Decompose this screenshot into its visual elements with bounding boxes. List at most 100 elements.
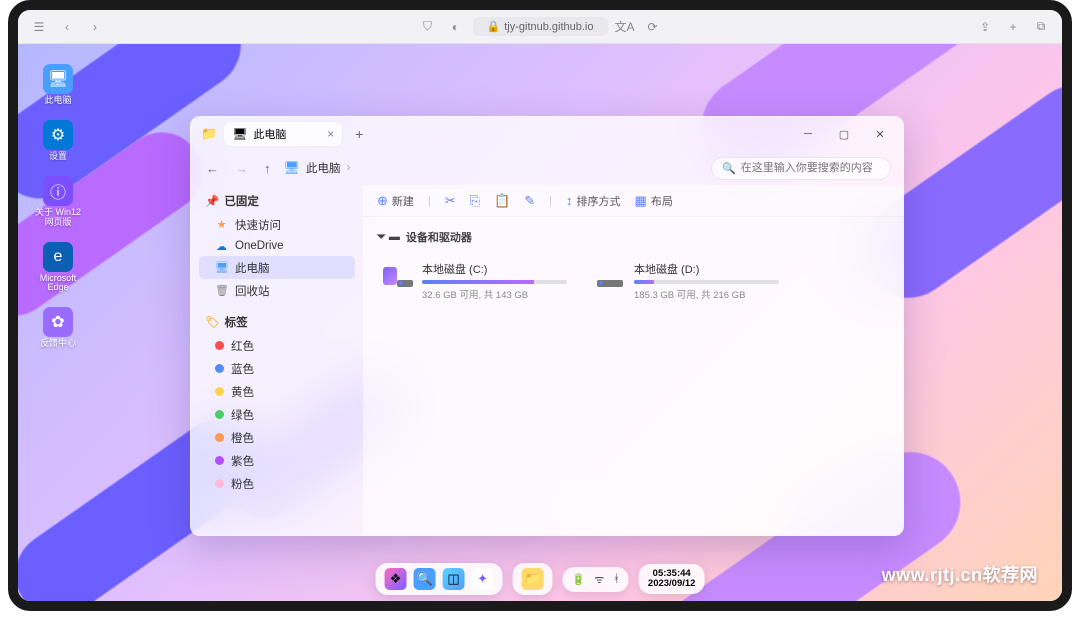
share-icon[interactable]: ⇪	[974, 16, 996, 38]
plus-circle-icon: ⊕	[377, 193, 388, 209]
tab-label: 此电脑	[253, 126, 286, 142]
layout-button[interactable]: ▦ 布局	[635, 193, 673, 209]
color-dot-icon	[215, 410, 224, 419]
item-label: 回收站	[235, 283, 270, 299]
system-tray[interactable]: 🔋 ᯤ ᚼ	[563, 567, 629, 592]
sidebar-item[interactable]: 🗑 回收站	[199, 279, 355, 302]
desktop[interactable]: 🖥 此电脑 ⚙ 设置 ⓘ 关于 Win12 网页版 e Microsoft Ed…	[18, 44, 1062, 601]
drive-usage-bar	[634, 280, 779, 284]
tag-label: 绿色	[231, 407, 254, 423]
nav-back-icon[interactable]: ←	[203, 159, 222, 178]
url-text: tjy-gitnub.github.io	[504, 21, 593, 33]
close-button[interactable]: ✕	[863, 121, 897, 147]
explorer-task-icon[interactable]: 📁	[522, 568, 544, 590]
icon-label: 此电脑	[44, 96, 71, 106]
desktop-icon[interactable]: ⚙ 设置	[32, 120, 84, 162]
color-dot-icon	[215, 364, 224, 373]
shield-icon[interactable]: ⛉	[417, 16, 439, 38]
tag-label: 橙色	[231, 430, 254, 446]
sidebar-header-tags[interactable]: 🏷 标签	[199, 310, 355, 334]
sidebar-tag[interactable]: 橙色	[199, 426, 355, 449]
new-tab-button[interactable]: +	[349, 126, 369, 142]
copy-icon[interactable]: ⎘	[470, 193, 480, 209]
titlebar[interactable]: 📁 🖥 此电脑 × + ─ ▢ ✕	[191, 117, 903, 151]
section-header-devices[interactable]: ⏷ ▬ 设备和驱动器	[377, 229, 889, 245]
newtab-icon[interactable]: +	[1002, 16, 1024, 38]
color-dot-icon	[215, 341, 224, 350]
main-content: ⊕ 新建 | ✂ ⎘ 📋 ✎ | ↕ 排序方式	[363, 185, 903, 535]
desktop-icon[interactable]: ✿ 反馈中心	[32, 307, 84, 349]
sidebar-tag[interactable]: 蓝色	[199, 357, 355, 380]
drive-icon	[383, 261, 413, 287]
drive-subtext: 185.3 GB 可用, 共 216 GB	[634, 287, 779, 301]
maximize-button[interactable]: ▢	[827, 121, 861, 147]
grid-icon: ▦	[635, 193, 647, 209]
tag-label: 蓝色	[231, 361, 254, 377]
sidebar-tag[interactable]: 绿色	[199, 403, 355, 426]
tag-label: 红色	[231, 338, 254, 354]
desktop-icon[interactable]: e Microsoft Edge	[32, 242, 84, 294]
drive-name: 本地磁盘 (C:)	[422, 261, 567, 277]
new-button[interactable]: ⊕ 新建	[377, 193, 414, 209]
sidebar-item[interactable]: 🖥 此电脑	[199, 256, 355, 279]
taskbar-pinned: ❖ 🔍 ◫ ✦	[376, 563, 503, 595]
sidebar-item[interactable]: ☁ OneDrive	[199, 236, 355, 256]
sidebar-header-pinned[interactable]: 📌 已固定	[199, 189, 355, 213]
clock[interactable]: 05:35:44 2023/09/12	[639, 564, 705, 595]
icon-label: Microsoft Edge	[32, 274, 84, 294]
icon-label: 设置	[49, 152, 67, 162]
monitor-icon: 🖥	[232, 127, 247, 141]
item-icon: 🖥	[215, 261, 228, 274]
sidebar-tag[interactable]: 红色	[199, 334, 355, 357]
rename-icon[interactable]: ✎	[524, 193, 535, 209]
url-bar[interactable]: 🔒 tjy-gitnub.github.io	[473, 17, 608, 36]
start-button[interactable]: ❖	[385, 568, 407, 590]
tabs-icon[interactable]: ⧉	[1030, 16, 1052, 38]
sidebar-tag[interactable]: 紫色	[199, 449, 355, 472]
tag-label: 黄色	[231, 384, 254, 400]
search-input[interactable]	[741, 162, 883, 174]
nav-up-icon[interactable]: ↑	[261, 159, 274, 178]
item-label: OneDrive	[235, 240, 284, 252]
drive-item[interactable]: 本地磁盘 (D:) 185.3 GB 可用, 共 216 GB	[589, 255, 785, 307]
tag-label: 粉色	[231, 476, 254, 492]
tab-close-icon[interactable]: ×	[327, 127, 334, 141]
sidebar-tag[interactable]: 粉色	[199, 472, 355, 495]
desktop-icon[interactable]: ⓘ 关于 Win12 网页版	[32, 176, 84, 228]
sidebar-item[interactable]: ★ 快速访问	[199, 213, 355, 236]
sidebar-toggle-icon[interactable]: ☰	[28, 16, 50, 38]
item-icon: ☁	[215, 240, 228, 253]
paste-icon[interactable]: 📋	[494, 193, 510, 209]
search-box[interactable]: 🔍	[711, 157, 891, 180]
sort-button[interactable]: ↕ 排序方式	[566, 193, 621, 209]
back-icon[interactable]: ‹	[56, 16, 78, 38]
minimize-button[interactable]: ─	[791, 121, 825, 147]
drive-item[interactable]: 本地磁盘 (C:) 32.6 GB 可用, 共 143 GB	[377, 255, 573, 307]
theme-icon[interactable]: ◐	[445, 16, 467, 38]
drive-icon	[595, 261, 625, 287]
app-icon: e	[43, 242, 73, 272]
tag-icon: 🏷	[205, 315, 220, 329]
tab-this-pc[interactable]: 🖥 此电脑 ×	[223, 121, 343, 147]
monitor-icon: 🖥	[284, 160, 301, 176]
pin-icon: 📌	[205, 194, 219, 208]
widgets-button[interactable]: ◫	[443, 568, 465, 590]
desktop-icon[interactable]: 🖥 此电脑	[32, 64, 84, 106]
cut-icon[interactable]: ✂	[445, 193, 456, 209]
breadcrumb-label: 此电脑	[306, 160, 341, 176]
copilot-button[interactable]: ✦	[472, 568, 494, 590]
search-button[interactable]: 🔍	[414, 568, 436, 590]
reload-icon[interactable]: ⟳	[642, 16, 664, 38]
forward-icon[interactable]: ›	[84, 16, 106, 38]
app-icon: ✿	[43, 307, 73, 337]
nav-forward-icon[interactable]: →	[232, 159, 251, 178]
chevron-right-icon: ›	[347, 162, 351, 174]
sort-icon: ↕	[566, 193, 573, 208]
item-label: 快速访问	[235, 217, 281, 233]
search-icon: 🔍	[722, 162, 736, 175]
desktop-icons: 🖥 此电脑 ⚙ 设置 ⓘ 关于 Win12 网页版 e Microsoft Ed…	[32, 64, 84, 349]
breadcrumb[interactable]: 🖥 此电脑 ›	[284, 160, 351, 176]
sidebar-tag[interactable]: 黄色	[199, 380, 355, 403]
translate-icon[interactable]: 文A	[614, 16, 636, 38]
drive-subtext: 32.6 GB 可用, 共 143 GB	[422, 287, 567, 301]
